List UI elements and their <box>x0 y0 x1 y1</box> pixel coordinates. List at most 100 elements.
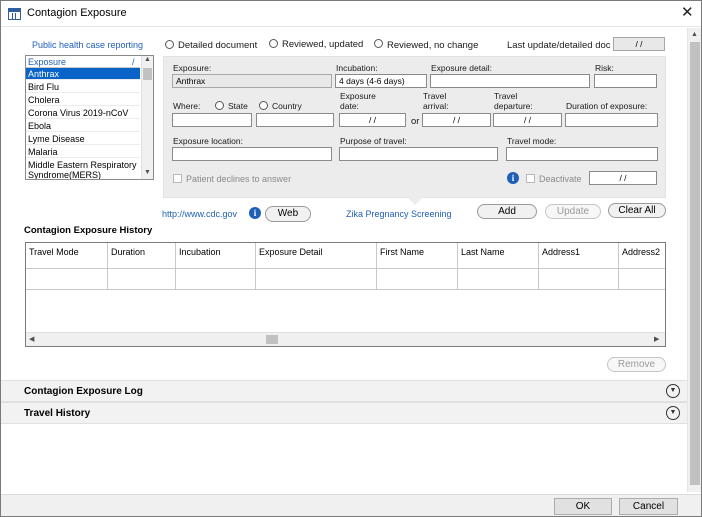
state-radio[interactable] <box>215 101 224 110</box>
info-icon[interactable]: i <box>507 172 519 184</box>
grid-hscrollbar[interactable]: ◀ ▶ <box>26 332 665 346</box>
exposure-detail-field[interactable] <box>430 74 590 88</box>
travel-departure-label-2: departure: <box>494 101 533 111</box>
col-first-name[interactable]: First Name <box>377 243 458 269</box>
exposure-location-field[interactable] <box>172 147 332 161</box>
detailed-radio[interactable] <box>165 40 174 49</box>
cdc-info-icon[interactable]: i <box>249 207 261 219</box>
exposure-date-label-2: date: <box>340 101 359 111</box>
exposure-list[interactable]: Exposure / Anthrax Bird Flu Cholera Coron… <box>25 55 154 180</box>
col-duration[interactable]: Duration <box>108 243 176 269</box>
table-cell[interactable] <box>176 269 256 290</box>
scroll-up-icon[interactable]: ▲ <box>144 56 151 63</box>
travel-mode-field[interactable] <box>506 147 658 161</box>
add-button[interactable]: Add <box>477 204 537 219</box>
table-cell[interactable] <box>539 269 619 290</box>
list-header: Exposure / <box>26 56 140 68</box>
contagion-log-title: Contagion Exposure Log <box>24 386 143 397</box>
col-incubation[interactable]: Incubation <box>176 243 256 269</box>
clear-all-button[interactable]: Clear All <box>608 203 666 218</box>
chevron-down-icon[interactable]: ▼ <box>666 384 680 398</box>
table-cell[interactable] <box>377 269 458 290</box>
country-label: Country <box>272 101 302 111</box>
travel-departure-field[interactable]: / / <box>493 113 562 127</box>
window-scroll-thumb[interactable] <box>690 42 700 485</box>
incubation-field[interactable]: 4 days (4-6 days) <box>335 74 427 88</box>
duration-label: Duration of exposure: <box>566 101 648 111</box>
exposure-date-field[interactable]: / / <box>339 113 406 127</box>
list-item-ebola[interactable]: Ebola <box>26 120 140 132</box>
scroll-thumb[interactable] <box>143 68 152 80</box>
col-address1[interactable]: Address1 <box>539 243 619 269</box>
col-address2[interactable]: Address2 <box>619 243 665 269</box>
country-field[interactable] <box>256 113 334 127</box>
list-item-anthrax[interactable]: Anthrax <box>26 68 140 80</box>
exposure-label: Exposure: <box>173 63 212 73</box>
web-button[interactable]: Web <box>265 206 311 222</box>
scroll-down-icon[interactable]: ▼ <box>144 169 151 176</box>
col-exposure-detail[interactable]: Exposure Detail <box>256 243 377 269</box>
contagion-log-section[interactable]: Contagion Exposure Log ▼ <box>1 380 687 402</box>
list-item-mers-cont[interactable]: Syndrome(MERS) <box>26 169 140 179</box>
ok-button[interactable]: OK <box>554 498 612 515</box>
declines-label: Patient declines to answer <box>186 174 292 184</box>
scroll-left-icon[interactable]: ◀ <box>29 335 34 343</box>
window-scrollbar[interactable]: ▲ <box>687 28 701 492</box>
col-travel-mode[interactable]: Travel Mode <box>26 243 108 269</box>
list-item-corona[interactable]: Corona Virus 2019-nCoV <box>26 107 140 119</box>
reviewed-no-change-label: Reviewed, no change <box>387 40 479 51</box>
hscroll-thumb[interactable] <box>266 335 278 344</box>
zika-screening-link[interactable]: Zika Pregnancy Screening <box>346 209 452 219</box>
travel-arrival-label-1: Travel <box>423 91 447 101</box>
incubation-label: Incubation: <box>336 63 378 73</box>
scroll-up-icon[interactable]: ▲ <box>691 31 698 38</box>
risk-field[interactable] <box>594 74 657 88</box>
panel-pointer <box>407 197 423 205</box>
table-cell[interactable] <box>26 269 108 290</box>
chevron-down-icon[interactable]: ▼ <box>666 406 680 420</box>
scroll-right-icon[interactable]: ▶ <box>654 335 659 343</box>
last-update-field: / / <box>613 37 665 51</box>
list-item-bird-flu[interactable]: Bird Flu <box>26 81 140 93</box>
duration-field[interactable] <box>565 113 658 127</box>
deactivate-date-field[interactable]: / / <box>589 171 657 185</box>
close-icon[interactable]: ✕ <box>681 3 694 21</box>
col-last-name[interactable]: Last Name <box>458 243 539 269</box>
state-field[interactable] <box>172 113 252 127</box>
where-label: Where: <box>173 101 201 111</box>
travel-history-section[interactable]: Travel History ▼ <box>1 402 687 424</box>
update-button[interactable]: Update <box>545 204 601 219</box>
exposure-location-label: Exposure location: <box>173 136 243 146</box>
table-cell[interactable] <box>619 269 665 290</box>
deactivate-checkbox[interactable] <box>526 174 535 183</box>
list-item-lyme[interactable]: Lyme Disease <box>26 133 140 145</box>
cancel-button[interactable]: Cancel <box>619 498 678 515</box>
purpose-field[interactable] <box>339 147 498 161</box>
history-title: Contagion Exposure History <box>24 225 153 236</box>
travel-mode-label: Travel mode: <box>507 136 557 146</box>
travel-departure-label-1: Travel <box>494 91 518 101</box>
cdc-link[interactable]: http://www.cdc.gov <box>162 209 237 219</box>
list-item-malaria[interactable]: Malaria <box>26 146 140 158</box>
country-radio[interactable] <box>259 101 268 110</box>
table-icon <box>8 8 21 20</box>
list-item-cholera[interactable]: Cholera <box>26 94 140 106</box>
window-title: Contagion Exposure <box>27 7 127 19</box>
reviewed-updated-radio[interactable] <box>269 39 278 48</box>
table-cell[interactable] <box>108 269 176 290</box>
history-grid[interactable]: Travel Mode Duration Incubation Exposure… <box>25 242 666 347</box>
remove-button[interactable]: Remove <box>607 357 666 372</box>
travel-arrival-field[interactable]: / / <box>422 113 491 127</box>
exposure-field: Anthrax <box>172 74 332 88</box>
last-update-label: Last update/detailed doc <box>507 40 611 51</box>
declines-checkbox[interactable] <box>173 174 182 183</box>
exposure-date-label-1: Exposure <box>340 91 376 101</box>
public-health-link[interactable]: Public health case reporting <box>32 40 143 50</box>
dialog-footer: OK Cancel <box>1 494 701 516</box>
list-scrollbar[interactable]: ▲ ▼ <box>141 56 153 179</box>
title-bar: Contagion Exposure ✕ <box>1 1 701 27</box>
reviewed-no-change-radio[interactable] <box>374 39 383 48</box>
table-cell[interactable] <box>256 269 377 290</box>
table-cell[interactable] <box>458 269 539 290</box>
travel-arrival-label-2: arrival: <box>423 101 449 111</box>
